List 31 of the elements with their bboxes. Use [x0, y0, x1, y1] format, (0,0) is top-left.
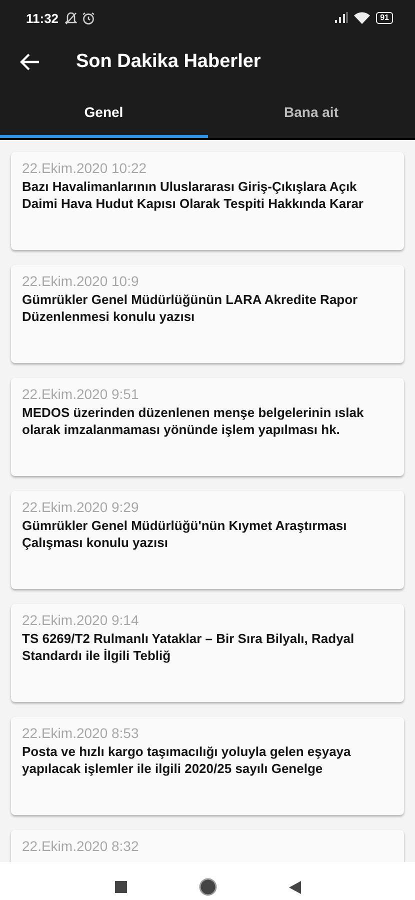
- recents-button[interactable]: [114, 881, 126, 893]
- news-card[interactable]: 22.Ekim.2020 10:22 Bazı Havalimanlarının Uluslararası Giriş-Çıkışlara Açık Daimi Hava Hudut Kapısı Olarak Tespiti Hakkında Karar: [11, 152, 404, 250]
- news-card[interactable]: 22.Ekim.2020 9:29 Gümrükler Genel Müdürlüğü'nün Kıymet Araştırması Çalışması konulu yazısı: [11, 491, 404, 589]
- news-card[interactable]: 22.Ekim.2020 9:14 TS 6269/T2 Rulmanlı Yataklar – Bir Sıra Bilyalı, Radyal Standardı ile İlgili Tebliğ: [11, 604, 404, 702]
- wifi-icon: [354, 12, 370, 24]
- news-title: Gümrükler Genel Müdürlüğünün LARA Akredite Rapor Düzenlenmesi konulu yazısı: [22, 291, 359, 325]
- battery-icon: 91: [376, 12, 393, 24]
- news-date: 22.Ekim.2020 9:29: [22, 499, 140, 516]
- home-button[interactable]: [198, 878, 216, 896]
- news-date: 22.Ekim.2020 10:9: [22, 273, 140, 290]
- news-date: 22.Ekim.2020 9:51: [22, 386, 140, 403]
- tab[interactable]: Bana ait: [208, 88, 415, 138]
- news-date: 22.Ekim.2020 8:53: [22, 725, 140, 742]
- alarm-icon: [82, 12, 95, 24]
- toolbar-title: Son Dakika Haberler: [76, 51, 261, 73]
- news-title: TS 6269/T2 Rulmanlı Yataklar – Bir Sıra Bilyalı, Radyal Standardı ile İlgili Tebliğ: [22, 630, 356, 664]
- news-title: Posta ve hızlı kargo taşımacılığı yoluyla gelen eşyaya yapılacak işlemler ile ilgili 2020/25 sayılı Genelge: [22, 743, 352, 777]
- signal-icon: [334, 12, 348, 24]
- back-nav-button[interactable]: [288, 880, 300, 894]
- news-title: MEDOS üzerinden düzenlenen menşe belgelerinin ıslak olarak imzalanmaması yönünde işlem yapılması hk.: [22, 404, 365, 438]
- news-date: 22.Ekim.2020 10:22: [22, 160, 148, 177]
- news-card[interactable]: 22.Ekim.2020 8:53 Posta ve hızlı kargo taşımacılığı yoluyla gelen eşyaya yapılacak işlemler ile ilgili 2020/25 sayılı Genelge: [11, 717, 404, 815]
- notifications-off-icon: [64, 12, 77, 24]
- status-time: 11:32: [26, 10, 59, 26]
- news-date: 22.Ekim.2020 9:14: [22, 612, 140, 629]
- news-title: Gümrükler Genel Müdürlüğü'nün Kıymet Araştırması Çalışması konulu yazısı: [22, 517, 348, 551]
- back-button[interactable]: [20, 53, 40, 71]
- news-title: Bazı Havalimanlarının Uluslararası Giriş-Çıkışlara Açık Daimi Hava Hudut Kapısı Olarak Tespiti Hakkında Karar: [22, 178, 364, 212]
- news-card[interactable]: 22.Ekim.2020 9:51 MEDOS üzerinden düzenlenen menşe belgelerinin ıslak olarak imzalanmaması yönünde işlem yapılması hk.: [11, 378, 404, 476]
- news-card[interactable]: 22.Ekim.2020 10:9 Gümrükler Genel Müdürlüğünün LARA Akredite Rapor Düzenlenmesi konulu yazısı: [11, 265, 404, 363]
- news-date: 22.Ekim.2020 8:32: [22, 838, 140, 855]
